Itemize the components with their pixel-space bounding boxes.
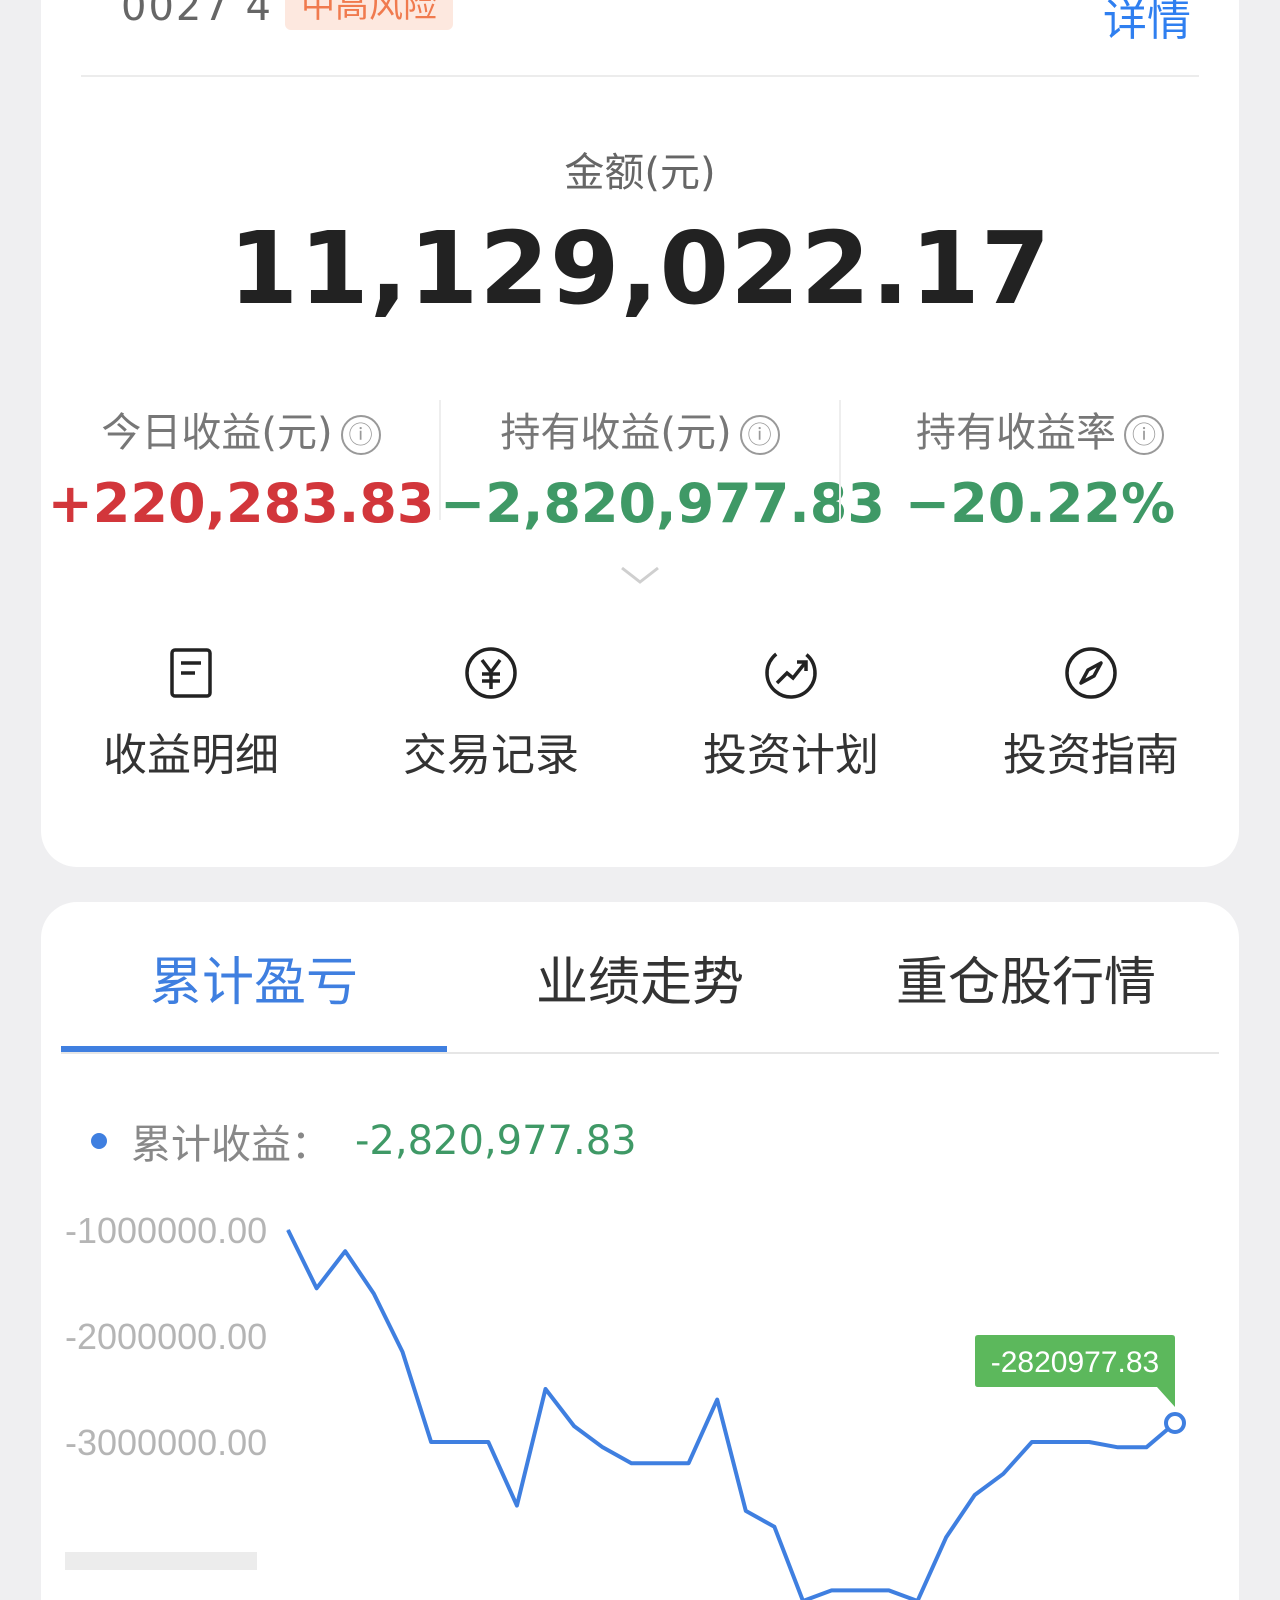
data-point	[516, 1505, 518, 1507]
data-point	[859, 1589, 861, 1591]
legend-value: -2,820,977.83	[355, 1118, 637, 1164]
info-icon[interactable]: ⓘ	[739, 415, 780, 455]
data-point	[430, 1441, 432, 1443]
data-point	[487, 1441, 489, 1443]
data-point	[401, 1351, 403, 1353]
divider	[81, 75, 1199, 77]
data-point	[1145, 1446, 1147, 1448]
data-point	[1031, 1441, 1033, 1443]
y-tick-label: -1000000.00	[65, 1210, 267, 1251]
amount-label: 金额(元)	[564, 150, 716, 196]
stat-value: −2,820,977.83	[440, 472, 885, 535]
data-point	[1088, 1441, 1090, 1443]
action-invest-plan[interactable]: 投资计划	[641, 645, 941, 783]
stat-label: 今日收益(元)	[101, 410, 333, 456]
document-icon	[170, 648, 212, 698]
amount-value: 11,129,022.17	[228, 210, 1052, 327]
fund-code: 0027 4	[121, 0, 273, 30]
cumulative-pnl-chart[interactable]: -1000000.00 -2000000.00 -3000000.00 -282097…	[41, 1182, 1239, 1600]
page: 0027 4 中高风险 详情 金额(元) 11,129,022.17 今日收益(…	[0, 0, 1280, 1600]
y-tick-label: -3000000.00	[65, 1422, 267, 1463]
data-point	[602, 1446, 604, 1448]
tab-divider	[61, 1052, 1219, 1054]
action-label: 交易记录	[403, 730, 579, 781]
stat-holding-rate: 持有收益率 ⓘ −20.22%	[840, 400, 1240, 535]
fund-header-row: 0027 4 中高风险 详情	[81, 0, 1199, 46]
data-point	[1117, 1446, 1119, 1448]
stat-label: 持有收益(元)	[500, 410, 732, 456]
risk-tag: 中高风险	[285, 0, 453, 30]
data-point	[831, 1589, 833, 1591]
data-point	[316, 1287, 318, 1289]
info-icon[interactable]: ⓘ	[340, 415, 381, 455]
detail-link[interactable]: 详情	[1103, 0, 1191, 48]
tab-performance-trend[interactable]: 业绩走势	[447, 940, 833, 1015]
data-point	[659, 1462, 661, 1464]
tab-cumulative-pnl[interactable]: 累计盈亏	[61, 940, 447, 1015]
stat-holding-profit: 持有收益(元) ⓘ −2,820,977.83	[440, 400, 885, 535]
action-profit-detail[interactable]: 收益明细	[41, 645, 341, 783]
data-point	[888, 1589, 890, 1591]
performance-card: 累计盈亏 业绩走势 重仓股行情 累计收益： -2,820,977.83 -1000…	[41, 902, 1239, 1600]
compass-icon	[1065, 647, 1117, 699]
chart-legend: 累计收益： -2,820,977.83	[91, 1112, 637, 1168]
data-point	[745, 1510, 747, 1512]
action-label: 投资指南	[1003, 730, 1179, 781]
data-point	[573, 1425, 575, 1427]
series-line	[286, 1229, 1177, 1600]
action-trade-record[interactable]: 交易记录	[341, 645, 641, 783]
stats-row: 今日收益(元) ⓘ +220,283.83 持有收益(元) ⓘ −2,820,977…	[41, 400, 1239, 535]
trend-icon	[765, 647, 817, 699]
action-label: 投资计划	[703, 730, 879, 781]
stat-value: −20.22%	[904, 472, 1176, 535]
stat-value: +220,283.83	[47, 472, 435, 535]
data-point	[1060, 1441, 1062, 1443]
data-point	[344, 1250, 346, 1252]
data-point	[545, 1388, 547, 1390]
data-point	[373, 1293, 375, 1295]
action-label: 收益明细	[103, 730, 279, 781]
data-point	[459, 1441, 461, 1443]
legend-label: 累计收益：	[131, 1122, 331, 1168]
stat-label: 持有收益率	[916, 410, 1116, 456]
action-invest-guide[interactable]: 投资指南	[941, 645, 1241, 783]
data-point	[630, 1462, 632, 1464]
holding-summary-card: 0027 4 中高风险 详情 金额(元) 11,129,022.17 今日收益(…	[41, 0, 1239, 867]
yuan-icon	[465, 647, 517, 699]
chevron-down-icon[interactable]	[620, 560, 660, 590]
data-point	[1002, 1473, 1004, 1475]
data-point	[287, 1229, 289, 1231]
tab-bar: 累计盈亏 业绩走势 重仓股行情	[61, 902, 1219, 1054]
data-point	[688, 1462, 690, 1464]
data-point	[974, 1494, 976, 1496]
tab-top-holdings[interactable]: 重仓股行情	[833, 940, 1219, 1015]
quick-actions: 收益明细 交易记录 投资计划 投资指南	[41, 645, 1239, 785]
y-tick-label-cutoff	[65, 1552, 257, 1570]
last-point-marker	[1164, 1412, 1186, 1435]
data-point	[945, 1536, 947, 1538]
tooltip-value: -2820977.83	[991, 1346, 1160, 1379]
info-icon[interactable]: ⓘ	[1124, 415, 1164, 455]
legend-dot	[91, 1133, 107, 1149]
y-tick-label: -2000000.00	[65, 1316, 267, 1357]
data-point	[716, 1399, 718, 1401]
stat-today-profit: 今日收益(元) ⓘ +220,283.83	[41, 400, 441, 535]
data-point	[773, 1526, 775, 1528]
active-tab-indicator	[61, 1046, 447, 1052]
